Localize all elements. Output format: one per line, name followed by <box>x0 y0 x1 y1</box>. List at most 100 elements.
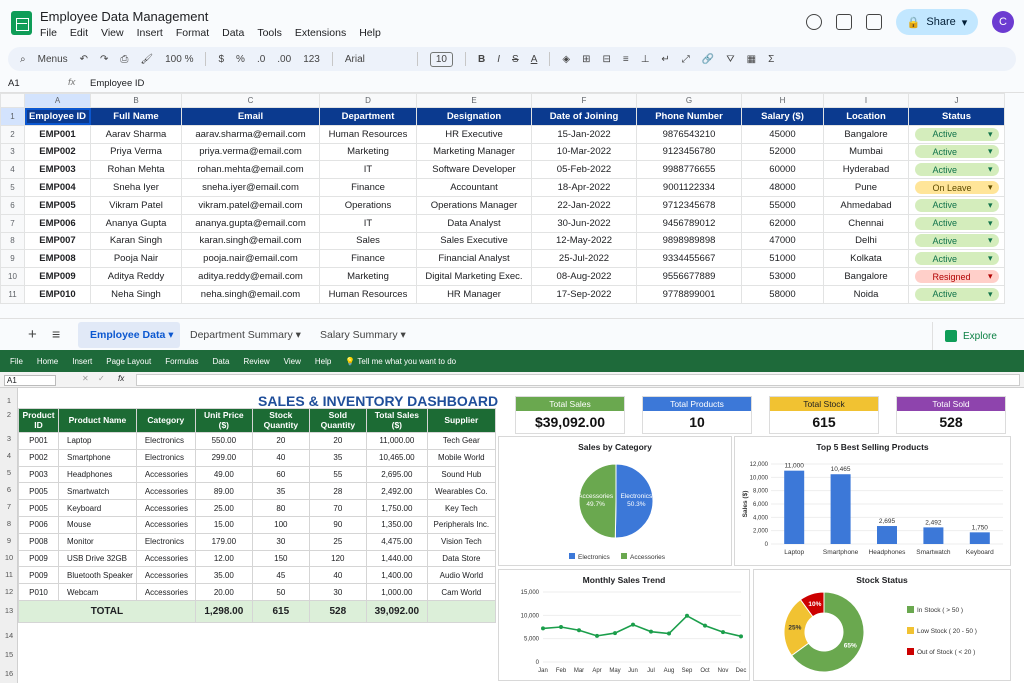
table-cell[interactable]: pooja.nair@email.com <box>181 249 320 269</box>
sales-by-category-card[interactable]: Sales by Category Electronics 50.3% Access… <box>498 436 732 566</box>
table-cell[interactable]: 70 <box>308 499 367 517</box>
filter-icon[interactable]: ⛛ <box>726 54 734 65</box>
table-cell[interactable]: HR Executive <box>416 124 532 144</box>
document-title[interactable]: Employee Data Management <box>40 9 208 24</box>
table-cell[interactable]: P008 <box>18 532 59 551</box>
excel-row-number[interactable]: 3 <box>0 434 18 443</box>
column-header[interactable]: J <box>908 93 1005 108</box>
table-cell[interactable]: Smartphone <box>58 448 137 467</box>
total-unit-price[interactable]: 1,298.00 <box>194 599 253 623</box>
table-cell[interactable]: Software Developer <box>416 160 532 180</box>
table-cell[interactable]: vikram.patel@email.com <box>181 195 320 215</box>
table-cell[interactable]: Marketing <box>319 142 417 162</box>
table-cell[interactable]: 25 <box>308 532 367 551</box>
table-cell[interactable]: EMP007 <box>24 231 91 251</box>
table-cell[interactable]: 1,750.00 <box>365 499 428 517</box>
table-cell[interactable]: Accessories <box>135 482 196 501</box>
table-cell[interactable]: 1,350.00 <box>365 515 428 534</box>
table-cell[interactable]: Keyboard <box>58 499 137 517</box>
header-cell[interactable]: Status <box>908 107 1005 126</box>
excel-row-number[interactable]: 9 <box>0 536 18 545</box>
table-cell[interactable]: Active ▾ <box>908 195 1005 215</box>
header-cell[interactable]: Employee ID <box>24 107 91 126</box>
table-cell[interactable]: 80 <box>251 499 310 517</box>
header-cell[interactable]: Date of Joining <box>531 107 637 126</box>
table-cell[interactable]: priya.verma@email.com <box>181 142 320 162</box>
table-cell[interactable]: aditya.reddy@email.com <box>181 267 320 286</box>
table-cell[interactable]: 9712345678 <box>636 195 742 215</box>
table-cell[interactable]: Vision Tech <box>426 532 496 551</box>
table-cell[interactable]: Vikram Patel <box>90 195 182 215</box>
table-cell[interactable]: Ananya Gupta <box>90 213 182 233</box>
align-horizontal-icon[interactable]: ≡ <box>623 54 629 65</box>
print-icon[interactable]: ⎙ <box>120 54 128 65</box>
excel-row-number[interactable]: 11 <box>0 570 18 579</box>
excel-row-number[interactable]: 7 <box>0 502 18 511</box>
column-header[interactable]: G <box>636 93 742 108</box>
header-cell[interactable]: Phone Number <box>636 107 742 126</box>
corner-cell[interactable] <box>0 93 25 108</box>
table-cell[interactable]: 30 <box>308 583 367 601</box>
formula-input[interactable]: Employee ID <box>90 78 144 89</box>
inv-header-cell[interactable]: Sold Quantity <box>308 408 367 433</box>
table-cell[interactable]: Sneha Iyer <box>90 178 182 197</box>
table-cell[interactable]: Accessories <box>135 583 196 601</box>
table-cell[interactable]: Sound Hub <box>426 465 496 484</box>
table-cell[interactable]: Cam World <box>426 583 496 601</box>
paint-format-icon[interactable]: 🖌 <box>140 54 153 65</box>
align-vertical-icon[interactable]: ⊥ <box>641 54 650 65</box>
table-cell[interactable]: 10,465.00 <box>365 448 428 467</box>
column-header[interactable]: H <box>741 93 824 108</box>
table-cell[interactable]: P009 <box>18 566 59 585</box>
table-cell[interactable]: 9123456780 <box>636 142 742 162</box>
table-cell[interactable]: Human Resources <box>319 124 417 144</box>
increase-decimal-button[interactable]: .00 <box>277 54 291 65</box>
table-cell[interactable]: 47000 <box>741 231 824 251</box>
table-cell[interactable]: 30-Jun-2022 <box>531 213 637 233</box>
tab-department-summary[interactable]: Department Summary ▾ <box>190 329 301 341</box>
table-cell[interactable]: aarav.sharma@email.com <box>181 124 320 144</box>
row-number[interactable]: 10 <box>0 267 25 286</box>
table-cell[interactable]: Rohan Mehta <box>90 160 182 180</box>
table-cell[interactable]: 60 <box>251 465 310 484</box>
table-cell[interactable]: 30 <box>251 532 310 551</box>
comment-icon[interactable] <box>836 14 852 30</box>
table-cell[interactable]: Active ▾ <box>908 160 1005 180</box>
ribbon-help[interactable]: Help <box>315 357 331 366</box>
table-cell[interactable]: Financial Analyst <box>416 249 532 269</box>
top-products-card[interactable]: Top 5 Best Selling Products 0 2,000 4,000 6… <box>734 436 1011 566</box>
table-cell[interactable]: Sales <box>319 231 417 251</box>
table-cell[interactable]: Data Analyst <box>416 213 532 233</box>
sheets-logo-icon[interactable] <box>11 11 32 35</box>
menu-tools[interactable]: Tools <box>257 27 282 39</box>
table-cell[interactable]: EMP009 <box>24 267 91 286</box>
table-cell[interactable]: 49.00 <box>194 465 253 484</box>
table-cell[interactable]: Neha Singh <box>90 284 182 304</box>
zoom-select[interactable]: 100 % <box>165 54 193 65</box>
table-cell[interactable]: Operations Manager <box>416 195 532 215</box>
table-cell[interactable]: EMP001 <box>24 124 91 144</box>
table-cell[interactable]: Bluetooth Speaker <box>58 566 137 585</box>
ribbon-home[interactable]: Home <box>37 357 58 366</box>
table-cell[interactable]: USB Drive 32GB <box>58 549 137 568</box>
status-chip[interactable]: Active ▾ <box>914 163 999 177</box>
table-cell[interactable]: Data Store <box>426 549 496 568</box>
menu-view[interactable]: View <box>101 27 124 39</box>
ribbon-view[interactable]: View <box>284 357 301 366</box>
row-number[interactable]: 2 <box>0 124 25 144</box>
table-cell[interactable]: P002 <box>18 448 59 467</box>
table-cell[interactable]: 11,000.00 <box>365 432 428 450</box>
table-cell[interactable]: 9778899001 <box>636 284 742 304</box>
table-cell[interactable]: Ahmedabad <box>823 195 909 215</box>
table-cell[interactable]: 120 <box>308 549 367 568</box>
table-cell[interactable]: Tech Gear <box>426 432 496 450</box>
table-cell[interactable]: 60000 <box>741 160 824 180</box>
table-cell[interactable]: 35 <box>251 482 310 501</box>
table-cell[interactable]: IT <box>319 160 417 180</box>
table-cell[interactable]: 58000 <box>741 284 824 304</box>
table-cell[interactable]: Karan Singh <box>90 231 182 251</box>
menu-file[interactable]: File <box>40 27 57 39</box>
currency-format-button[interactable]: $ <box>218 54 224 65</box>
table-cell[interactable]: Accessories <box>135 566 196 585</box>
table-cell[interactable]: Priya Verma <box>90 142 182 162</box>
